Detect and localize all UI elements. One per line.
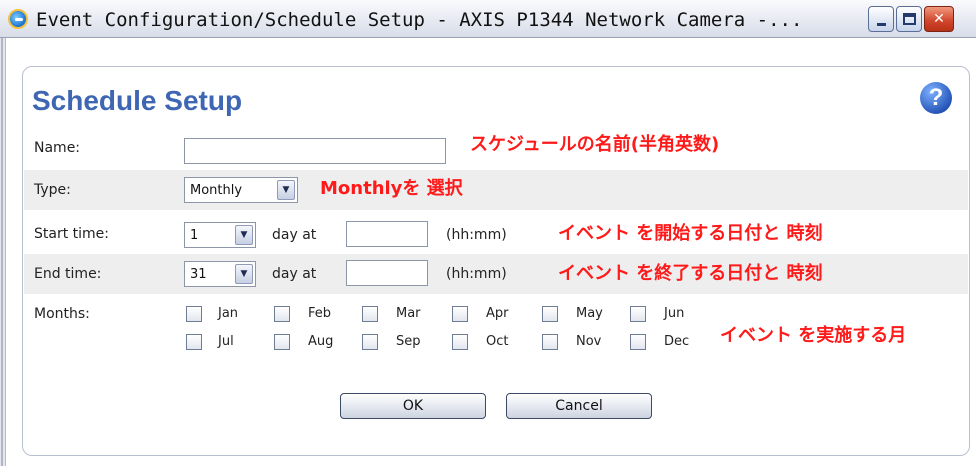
month-label-apr: Apr bbox=[486, 306, 509, 321]
end-time-input[interactable] bbox=[346, 260, 428, 286]
start-time-format: (hh:mm) bbox=[446, 227, 507, 243]
start-day-select[interactable]: 1 ▼ bbox=[184, 222, 256, 248]
end-day-select[interactable]: 31 ▼ bbox=[184, 261, 256, 287]
month-checkbox-jul[interactable] bbox=[186, 334, 202, 350]
ok-button[interactable]: OK bbox=[340, 393, 486, 419]
maximize-icon bbox=[903, 13, 916, 25]
end-time-format: (hh:mm) bbox=[446, 266, 507, 282]
month-label-mar: Mar bbox=[396, 306, 421, 321]
month-label-jun: Jun bbox=[664, 306, 685, 321]
month-label-aug: Aug bbox=[308, 334, 334, 349]
chevron-down-icon[interactable]: ▼ bbox=[277, 180, 295, 200]
month-checkbox-nov[interactable] bbox=[542, 334, 558, 350]
window-titlebar[interactable]: Event Configuration/Schedule Setup - AXI… bbox=[0, 0, 976, 38]
page-title: Schedule Setup bbox=[32, 85, 243, 116]
window-title: Event Configuration/Schedule Setup - AXI… bbox=[36, 9, 803, 31]
annotation-months: イベント を実施する月 bbox=[720, 325, 907, 346]
maximize-button[interactable] bbox=[896, 6, 922, 32]
chevron-down-icon[interactable]: ▼ bbox=[235, 225, 253, 245]
month-checkbox-may[interactable] bbox=[542, 306, 558, 322]
name-input[interactable] bbox=[184, 138, 446, 164]
month-checkbox-apr[interactable] bbox=[452, 306, 468, 322]
start-time-input[interactable] bbox=[346, 221, 428, 247]
cancel-button[interactable]: Cancel bbox=[506, 393, 652, 419]
start-time-label: Start time: bbox=[34, 226, 109, 242]
month-checkbox-feb[interactable] bbox=[274, 306, 290, 322]
annotation-end: イベント を終了する日付と 時刻 bbox=[558, 263, 823, 284]
start-day-at-text: day at bbox=[272, 227, 317, 243]
type-select-value: Monthly bbox=[190, 183, 243, 198]
month-label-jan: Jan bbox=[218, 306, 239, 321]
type-label: Type: bbox=[34, 182, 71, 198]
type-row: Type: bbox=[24, 170, 968, 210]
annotation-type: Monthlyを 選択 bbox=[320, 178, 463, 199]
annotation-name: スケジュールの名前(半角英数) bbox=[470, 134, 720, 155]
chevron-down-icon[interactable]: ▼ bbox=[235, 264, 253, 284]
month-label-may: May bbox=[576, 306, 603, 321]
month-checkbox-oct[interactable] bbox=[452, 334, 468, 350]
month-checkbox-dec[interactable] bbox=[630, 334, 646, 350]
month-label-sep: Sep bbox=[396, 334, 421, 349]
close-button[interactable]: ✕ bbox=[924, 6, 954, 32]
month-checkbox-mar[interactable] bbox=[362, 306, 378, 322]
end-day-value: 31 bbox=[190, 267, 207, 282]
close-icon: ✕ bbox=[933, 11, 945, 27]
window-left-border bbox=[0, 38, 6, 466]
type-select[interactable]: Monthly ▼ bbox=[184, 177, 298, 203]
annotation-start: イベント を開始する日付と 時刻 bbox=[558, 223, 823, 244]
month-label-dec: Dec bbox=[664, 334, 690, 349]
month-label-jul: Jul bbox=[218, 334, 234, 349]
name-label: Name: bbox=[34, 140, 81, 156]
month-checkbox-sep[interactable] bbox=[362, 334, 378, 350]
month-label-oct: Oct bbox=[486, 334, 509, 349]
month-checkbox-jun[interactable] bbox=[630, 306, 646, 322]
end-time-label: End time: bbox=[34, 266, 102, 282]
start-day-value: 1 bbox=[190, 228, 199, 243]
months-label: Months: bbox=[34, 306, 90, 322]
month-checkbox-jan[interactable] bbox=[186, 306, 202, 322]
month-checkbox-aug[interactable] bbox=[274, 334, 290, 350]
end-day-at-text: day at bbox=[272, 266, 317, 282]
internet-explorer-icon bbox=[8, 9, 28, 29]
minimize-icon bbox=[877, 23, 886, 26]
minimize-button[interactable] bbox=[868, 6, 894, 32]
month-label-feb: Feb bbox=[308, 306, 332, 321]
month-label-nov: Nov bbox=[576, 334, 602, 349]
help-icon[interactable]: ? bbox=[920, 82, 952, 114]
